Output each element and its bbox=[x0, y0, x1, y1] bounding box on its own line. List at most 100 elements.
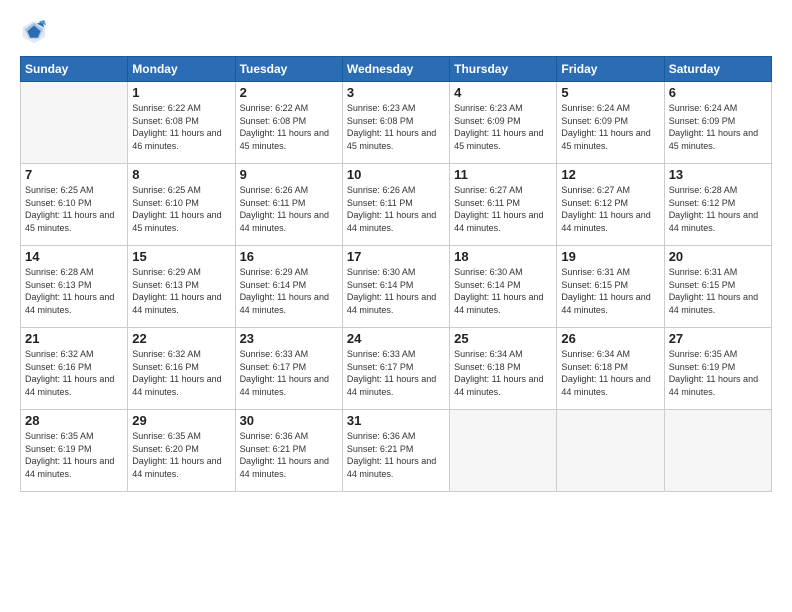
cell-info: Sunrise: 6:34 AM Sunset: 6:18 PM Dayligh… bbox=[561, 348, 659, 398]
calendar-cell: 10 Sunrise: 6:26 AM Sunset: 6:11 PM Dayli… bbox=[342, 164, 449, 246]
cell-info: Sunrise: 6:35 AM Sunset: 6:19 PM Dayligh… bbox=[669, 348, 767, 398]
cell-info: Sunrise: 6:29 AM Sunset: 6:13 PM Dayligh… bbox=[132, 266, 230, 316]
logo-icon bbox=[20, 18, 48, 46]
day-number: 1 bbox=[132, 85, 230, 100]
day-number: 3 bbox=[347, 85, 445, 100]
weekday-header-saturday: Saturday bbox=[664, 57, 771, 82]
cell-info: Sunrise: 6:35 AM Sunset: 6:20 PM Dayligh… bbox=[132, 430, 230, 480]
day-number: 16 bbox=[240, 249, 338, 264]
day-number: 10 bbox=[347, 167, 445, 182]
calendar-cell: 21 Sunrise: 6:32 AM Sunset: 6:16 PM Dayli… bbox=[21, 328, 128, 410]
cell-info: Sunrise: 6:30 AM Sunset: 6:14 PM Dayligh… bbox=[454, 266, 552, 316]
cell-info: Sunrise: 6:32 AM Sunset: 6:16 PM Dayligh… bbox=[25, 348, 123, 398]
calendar-cell: 18 Sunrise: 6:30 AM Sunset: 6:14 PM Dayli… bbox=[450, 246, 557, 328]
calendar-cell: 17 Sunrise: 6:30 AM Sunset: 6:14 PM Dayli… bbox=[342, 246, 449, 328]
day-number: 24 bbox=[347, 331, 445, 346]
calendar-cell: 27 Sunrise: 6:35 AM Sunset: 6:19 PM Dayli… bbox=[664, 328, 771, 410]
cell-info: Sunrise: 6:25 AM Sunset: 6:10 PM Dayligh… bbox=[25, 184, 123, 234]
day-number: 11 bbox=[454, 167, 552, 182]
header bbox=[20, 18, 772, 46]
cell-info: Sunrise: 6:24 AM Sunset: 6:09 PM Dayligh… bbox=[561, 102, 659, 152]
day-number: 30 bbox=[240, 413, 338, 428]
cell-info: Sunrise: 6:35 AM Sunset: 6:19 PM Dayligh… bbox=[25, 430, 123, 480]
weekday-header-monday: Monday bbox=[128, 57, 235, 82]
calendar-cell: 15 Sunrise: 6:29 AM Sunset: 6:13 PM Dayli… bbox=[128, 246, 235, 328]
day-number: 21 bbox=[25, 331, 123, 346]
cell-info: Sunrise: 6:23 AM Sunset: 6:09 PM Dayligh… bbox=[454, 102, 552, 152]
weekday-header-row: SundayMondayTuesdayWednesdayThursdayFrid… bbox=[21, 57, 772, 82]
day-number: 13 bbox=[669, 167, 767, 182]
day-number: 5 bbox=[561, 85, 659, 100]
calendar-cell: 20 Sunrise: 6:31 AM Sunset: 6:15 PM Dayli… bbox=[664, 246, 771, 328]
calendar-cell: 9 Sunrise: 6:26 AM Sunset: 6:11 PM Daylig… bbox=[235, 164, 342, 246]
cell-info: Sunrise: 6:26 AM Sunset: 6:11 PM Dayligh… bbox=[347, 184, 445, 234]
cell-info: Sunrise: 6:32 AM Sunset: 6:16 PM Dayligh… bbox=[132, 348, 230, 398]
cell-info: Sunrise: 6:33 AM Sunset: 6:17 PM Dayligh… bbox=[240, 348, 338, 398]
cell-info: Sunrise: 6:36 AM Sunset: 6:21 PM Dayligh… bbox=[240, 430, 338, 480]
day-number: 2 bbox=[240, 85, 338, 100]
calendar-cell: 11 Sunrise: 6:27 AM Sunset: 6:11 PM Dayli… bbox=[450, 164, 557, 246]
calendar-cell: 30 Sunrise: 6:36 AM Sunset: 6:21 PM Dayli… bbox=[235, 410, 342, 492]
cell-info: Sunrise: 6:25 AM Sunset: 6:10 PM Dayligh… bbox=[132, 184, 230, 234]
day-number: 12 bbox=[561, 167, 659, 182]
calendar-cell: 7Sunrise: 6:25 AM Sunset: 6:10 PM Daylig… bbox=[21, 164, 128, 246]
calendar-week-1: 1 Sunrise: 6:22 AM Sunset: 6:08 PM Daylig… bbox=[21, 82, 772, 164]
weekday-header-friday: Friday bbox=[557, 57, 664, 82]
day-number: 4 bbox=[454, 85, 552, 100]
calendar-week-3: 14Sunrise: 6:28 AM Sunset: 6:13 PM Dayli… bbox=[21, 246, 772, 328]
weekday-header-sunday: Sunday bbox=[21, 57, 128, 82]
cell-info: Sunrise: 6:31 AM Sunset: 6:15 PM Dayligh… bbox=[669, 266, 767, 316]
day-number: 27 bbox=[669, 331, 767, 346]
calendar-cell: 8 Sunrise: 6:25 AM Sunset: 6:10 PM Daylig… bbox=[128, 164, 235, 246]
calendar-cell: 4 Sunrise: 6:23 AM Sunset: 6:09 PM Daylig… bbox=[450, 82, 557, 164]
calendar-cell: 12 Sunrise: 6:27 AM Sunset: 6:12 PM Dayli… bbox=[557, 164, 664, 246]
cell-info: Sunrise: 6:23 AM Sunset: 6:08 PM Dayligh… bbox=[347, 102, 445, 152]
page: SundayMondayTuesdayWednesdayThursdayFrid… bbox=[0, 0, 792, 612]
calendar-cell: 22 Sunrise: 6:32 AM Sunset: 6:16 PM Dayli… bbox=[128, 328, 235, 410]
day-number: 19 bbox=[561, 249, 659, 264]
cell-info: Sunrise: 6:24 AM Sunset: 6:09 PM Dayligh… bbox=[669, 102, 767, 152]
weekday-header-thursday: Thursday bbox=[450, 57, 557, 82]
weekday-header-tuesday: Tuesday bbox=[235, 57, 342, 82]
cell-info: Sunrise: 6:30 AM Sunset: 6:14 PM Dayligh… bbox=[347, 266, 445, 316]
calendar-cell: 14Sunrise: 6:28 AM Sunset: 6:13 PM Dayli… bbox=[21, 246, 128, 328]
calendar-cell: 16 Sunrise: 6:29 AM Sunset: 6:14 PM Dayli… bbox=[235, 246, 342, 328]
day-number: 31 bbox=[347, 413, 445, 428]
calendar-cell: 23Sunrise: 6:33 AM Sunset: 6:17 PM Dayli… bbox=[235, 328, 342, 410]
calendar-cell: 28 Sunrise: 6:35 AM Sunset: 6:19 PM Dayli… bbox=[21, 410, 128, 492]
day-number: 9 bbox=[240, 167, 338, 182]
calendar-table: SundayMondayTuesdayWednesdayThursdayFrid… bbox=[20, 56, 772, 492]
cell-info: Sunrise: 6:22 AM Sunset: 6:08 PM Dayligh… bbox=[240, 102, 338, 152]
day-number: 29 bbox=[132, 413, 230, 428]
day-number: 15 bbox=[132, 249, 230, 264]
cell-info: Sunrise: 6:34 AM Sunset: 6:18 PM Dayligh… bbox=[454, 348, 552, 398]
cell-info: Sunrise: 6:27 AM Sunset: 6:11 PM Dayligh… bbox=[454, 184, 552, 234]
calendar-cell: 26Sunrise: 6:34 AM Sunset: 6:18 PM Dayli… bbox=[557, 328, 664, 410]
day-number: 17 bbox=[347, 249, 445, 264]
calendar-cell: 29 Sunrise: 6:35 AM Sunset: 6:20 PM Dayli… bbox=[128, 410, 235, 492]
cell-info: Sunrise: 6:33 AM Sunset: 6:17 PM Dayligh… bbox=[347, 348, 445, 398]
calendar-cell: 6Sunrise: 6:24 AM Sunset: 6:09 PM Daylig… bbox=[664, 82, 771, 164]
cell-info: Sunrise: 6:28 AM Sunset: 6:13 PM Dayligh… bbox=[25, 266, 123, 316]
calendar-cell bbox=[21, 82, 128, 164]
calendar-week-5: 28 Sunrise: 6:35 AM Sunset: 6:19 PM Dayli… bbox=[21, 410, 772, 492]
calendar-cell: 3 Sunrise: 6:23 AM Sunset: 6:08 PM Daylig… bbox=[342, 82, 449, 164]
calendar-cell: 13 Sunrise: 6:28 AM Sunset: 6:12 PM Dayli… bbox=[664, 164, 771, 246]
day-number: 20 bbox=[669, 249, 767, 264]
cell-info: Sunrise: 6:22 AM Sunset: 6:08 PM Dayligh… bbox=[132, 102, 230, 152]
cell-info: Sunrise: 6:31 AM Sunset: 6:15 PM Dayligh… bbox=[561, 266, 659, 316]
day-number: 22 bbox=[132, 331, 230, 346]
calendar-cell: 25 Sunrise: 6:34 AM Sunset: 6:18 PM Dayli… bbox=[450, 328, 557, 410]
cell-info: Sunrise: 6:27 AM Sunset: 6:12 PM Dayligh… bbox=[561, 184, 659, 234]
cell-info: Sunrise: 6:26 AM Sunset: 6:11 PM Dayligh… bbox=[240, 184, 338, 234]
day-number: 8 bbox=[132, 167, 230, 182]
cell-info: Sunrise: 6:29 AM Sunset: 6:14 PM Dayligh… bbox=[240, 266, 338, 316]
cell-info: Sunrise: 6:36 AM Sunset: 6:21 PM Dayligh… bbox=[347, 430, 445, 480]
calendar-cell: 5 Sunrise: 6:24 AM Sunset: 6:09 PM Daylig… bbox=[557, 82, 664, 164]
calendar-cell: 24 Sunrise: 6:33 AM Sunset: 6:17 PM Dayli… bbox=[342, 328, 449, 410]
day-number: 25 bbox=[454, 331, 552, 346]
day-number: 28 bbox=[25, 413, 123, 428]
day-number: 18 bbox=[454, 249, 552, 264]
calendar-cell: 19 Sunrise: 6:31 AM Sunset: 6:15 PM Dayli… bbox=[557, 246, 664, 328]
cell-info: Sunrise: 6:28 AM Sunset: 6:12 PM Dayligh… bbox=[669, 184, 767, 234]
